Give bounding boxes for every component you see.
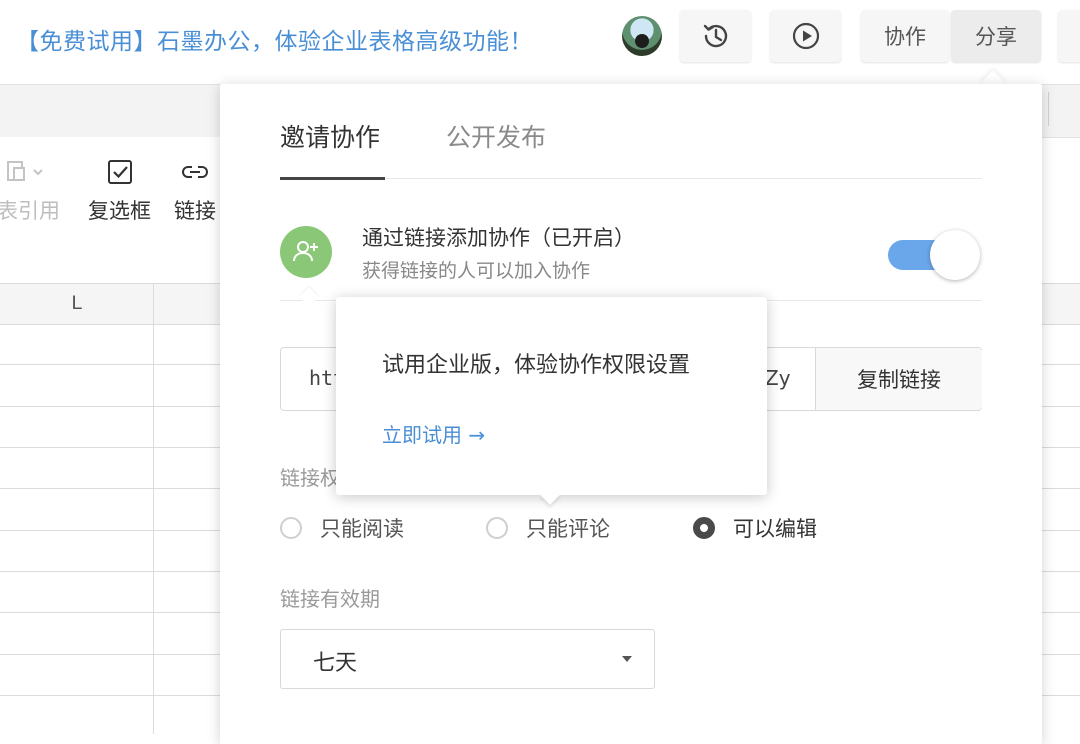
grid-line [0,364,220,365]
share-link-text-end: Zy [765,366,791,390]
sheet-reference-icon [0,157,46,187]
upsell-tip-title: 试用企业版，体验协作权限设置 [382,353,691,378]
link-tool[interactable]: 链接 [174,137,216,225]
radio-read-only-label: 只能阅读 [320,517,404,541]
checkbox-label: 复选框 [88,199,151,223]
sheet-reference-label: 跨表引用 [0,199,60,223]
grid-line [1042,447,1080,448]
grid-line [153,283,154,734]
collab-button[interactable]: 协作 [861,10,949,62]
grid-line [1042,406,1080,407]
radio-can-edit[interactable]: 可以编辑 [693,513,817,543]
caret-down-icon [622,656,632,662]
grid-line [1042,695,1080,696]
promo-banner-link[interactable]: 【免费试用】石墨办公，体验企业表格高级功能！ [16,22,533,56]
upsell-tooltip: 试用企业版，体验协作权限设置 立即试用 → [336,297,767,495]
link-expiry-label: 链接有效期 [280,587,380,611]
link-label: 链接 [174,199,216,223]
grid-line [0,695,220,696]
link-icon [180,157,210,187]
grid-line [1042,488,1080,489]
grid-line [1042,364,1080,365]
history-icon [700,20,732,52]
copy-link-button[interactable]: 复制链接 [815,348,982,410]
active-tab-indicator [280,177,385,180]
radio-comment-only[interactable]: 只能评论 [486,513,610,543]
radio-circle [280,517,302,539]
link-collab-subtitle: 获得链接的人可以加入协作 [362,260,591,282]
link-collab-row: 通过链接添加协作（已开启） 获得链接的人可以加入协作 [280,222,982,301]
top-bar: 【免费试用】石墨办公，体验企业表格高级功能！ 协作 分享 [0,0,1080,84]
column-header-l[interactable]: L [0,283,153,323]
checkbox-tool[interactable]: 复选框 [88,137,151,225]
checkbox-icon [106,157,134,187]
grid-line [1042,530,1080,531]
grid-line [1042,654,1080,655]
divider [1048,92,1049,126]
radio-circle [486,517,508,539]
grid-line [0,488,220,489]
ribbon-toolbar: 跨表引用 复选框 链接 [0,137,220,237]
tab-public-publish[interactable]: 公开发布 [446,118,546,154]
radio-read-only[interactable]: 只能阅读 [280,513,404,543]
share-tabs: 邀请协作 公开发布 [280,112,982,180]
grid-line [0,654,220,655]
radio-circle-selected [693,517,715,539]
tab-invite-collab[interactable]: 邀请协作 [280,118,380,154]
link-expiry-select[interactable]: 七天 [280,629,655,689]
grid-line [0,530,220,531]
link-collab-title: 通过链接添加协作（已开启） [362,226,635,250]
grid-line [1042,612,1080,613]
radio-can-edit-label: 可以编辑 [733,517,817,541]
avatar[interactable] [622,16,662,56]
grid-line [0,447,220,448]
add-user-icon [280,226,332,278]
link-expiry-value: 七天 [313,651,358,676]
permission-radio-group: 只能阅读 只能评论 可以编辑 [280,513,982,545]
more-button[interactable] [1058,10,1080,62]
radio-comment-only-label: 只能评论 [526,517,610,541]
link-collab-toggle[interactable] [888,230,982,280]
try-now-link[interactable]: 立即试用 → [382,419,485,448]
grid-line [0,612,220,613]
present-button[interactable] [770,10,841,62]
grid-line [1042,571,1080,572]
play-icon [791,21,821,51]
grid-line [0,571,220,572]
history-button[interactable] [680,10,751,62]
share-button[interactable]: 分享 [951,10,1041,62]
sheet-reference-tool[interactable]: 跨表引用 [0,137,60,225]
grid-line [0,406,220,407]
